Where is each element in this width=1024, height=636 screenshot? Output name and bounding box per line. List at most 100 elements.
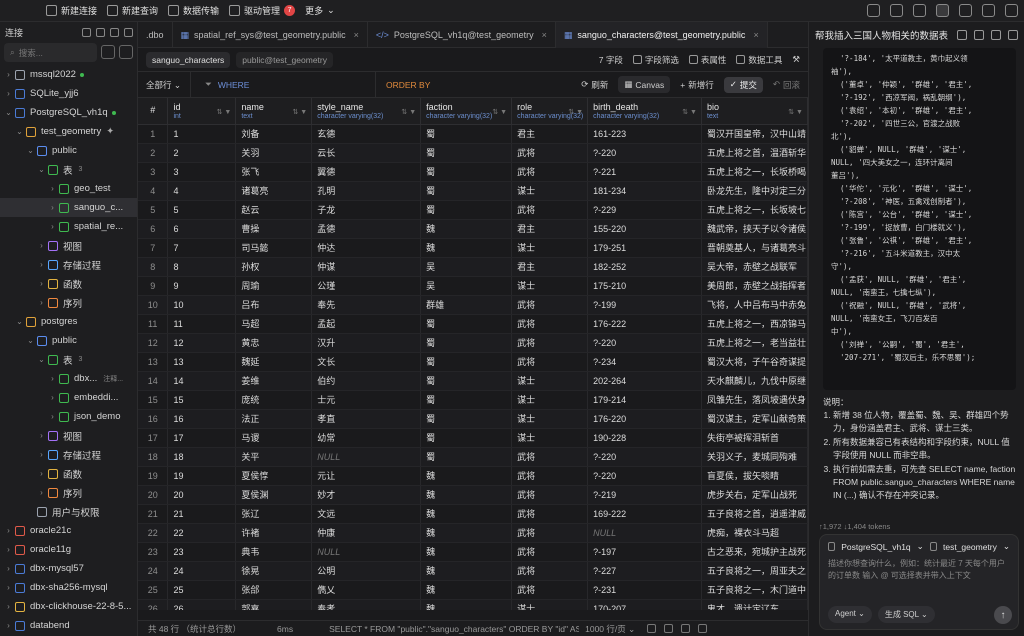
export-icon[interactable] [96,27,105,37]
table-cell[interactable]: 9 [167,276,237,296]
table-cell[interactable]: 176-220 [587,409,702,429]
table-cell[interactable]: ?-199 [587,295,702,315]
collapse-icon[interactable] [124,27,133,37]
table-cell[interactable]: 吕布 [235,295,313,315]
driver-manager-button[interactable]: 驱动管理 7 [229,4,296,17]
column-header[interactable]: birth_death character varying(32) ⇅ ▼ [587,98,702,125]
chevron-icon[interactable]: › [48,374,57,383]
table-cell[interactable]: 孟起 [311,314,422,334]
new-query-button[interactable]: 新建查询 [107,4,158,17]
table-cell[interactable]: 魏 [420,504,513,524]
tree-item[interactable]: ⌄ public [0,331,137,350]
table-cell[interactable]: 仲康 [311,523,422,543]
table-cell[interactable]: 魏 [420,561,513,581]
table-cell[interactable]: 奉先 [311,295,422,315]
table-cell[interactable]: 吴 [420,276,513,296]
sort-icon[interactable]: ⇅ ▼ [292,108,307,116]
table-cell[interactable]: 幼常 [311,428,422,448]
table-cell[interactable]: 2 [167,143,237,163]
column-header[interactable]: bio text ⇅ ▼ [701,98,808,125]
table-row[interactable]: 11 11 马超 孟起蜀武将 176-222 五虎上将之一，西凉锦马 [138,314,808,334]
chevron-icon[interactable]: ⌄ [37,355,46,364]
table-cell[interactable]: 盲夏侯，拔矢啖睛 [701,466,808,486]
github-icon[interactable] [982,4,995,17]
chevron-icon[interactable]: › [37,260,46,269]
tree-item[interactable]: › spatial_re... [0,217,137,236]
sort-icon[interactable]: ⇅ ▼ [401,108,416,116]
table-cell[interactable]: 孟德 [311,219,422,239]
table-cell[interactable]: 马谡 [235,428,313,448]
table-cell[interactable]: 武将 [511,466,589,486]
trash-icon[interactable] [991,30,1001,40]
where-input[interactable]: ⏷ WHERE [190,72,375,97]
table-cell[interactable]: 179-251 [587,238,702,258]
table-cell[interactable]: 魏 [420,523,513,543]
table-cell[interactable]: ?-234 [587,352,702,372]
tree-item[interactable]: › 存储过程 [0,255,137,274]
tree-item[interactable]: › 序列 [0,483,137,502]
table-cell[interactable]: NULL [311,447,422,467]
tree-item[interactable]: › 视图 [0,426,137,445]
table-row[interactable]: 26 26 郭嘉 奉孝魏谋士 170-207 鬼才，遗计定辽东 [138,599,808,610]
chevron-icon[interactable]: › [37,488,46,497]
table-cell[interactable]: 武将 [511,352,589,372]
chevron-icon[interactable]: › [4,526,13,535]
table-cell[interactable]: 孝直 [311,409,422,429]
table-cell[interactable]: 关平 [235,447,313,467]
table-cell[interactable]: 文远 [311,504,422,524]
table-cell[interactable]: 谋士 [511,390,589,410]
chevron-icon[interactable]: › [4,621,13,630]
chevron-icon[interactable]: ⌄ [26,336,35,345]
table-cell[interactable]: 魏 [420,238,513,258]
table-row[interactable]: 21 21 张辽 文远魏武将 169-222 五子良将之首，逍遥津威 [138,504,808,524]
table-cell[interactable]: 君主 [511,219,589,239]
table-cell[interactable]: 诸葛亮 [235,181,313,201]
table-cell[interactable]: 关羽 [235,143,313,163]
table-cell[interactable]: 夏侯惇 [235,466,313,486]
table-cell[interactable]: 子龙 [311,200,422,220]
settings-icon[interactable] [1005,4,1018,17]
tree-item[interactable]: › sanguo_c... [0,198,137,217]
context-connection[interactable]: PostgreSQL_vh1q [841,542,910,552]
column-header[interactable]: id int ⇅ ▼ [167,98,237,125]
table-cell[interactable]: 魏武帝，挟天子以令诸侯 [701,219,808,239]
table-cell[interactable]: 公明 [311,561,422,581]
import-icon[interactable] [82,27,91,37]
tree-item[interactable]: ⌄ public [0,141,137,160]
table-cell[interactable]: 蜀 [420,162,513,182]
table-cell[interactable]: 190-228 [587,428,702,448]
table-cell[interactable]: 蜀 [420,314,513,334]
table-cell[interactable]: 郭嘉 [235,599,313,610]
table-cell[interactable]: 赵云 [235,200,313,220]
table-cell[interactable]: 26 [167,599,237,610]
chevron-icon[interactable]: › [37,298,46,307]
table-cell[interactable]: 曹操 [235,219,313,239]
tree-item[interactable]: › 存储过程 [0,445,137,464]
table-cell[interactable]: 玄德 [311,124,422,144]
chevron-icon[interactable]: ⌄ [37,165,46,174]
table-cell[interactable]: ?-220 [587,447,702,467]
chevron-icon[interactable]: › [4,89,13,98]
table-cell[interactable]: 武将 [511,523,589,543]
table-row[interactable]: 15 15 庞统 士元蜀谋士 179-214 凤雏先生，落凤坡遇伏身 [138,390,808,410]
chevron-icon[interactable]: › [48,412,57,421]
table-cell[interactable]: 蜀 [420,124,513,144]
table-cell[interactable]: 170-207 [587,599,702,610]
table-cell[interactable]: 武将 [511,333,589,353]
filter-icon[interactable] [101,45,115,59]
table-cell[interactable]: 魏 [420,219,513,239]
table-row[interactable]: 16 16 法正 孝直蜀谋士 176-220 蜀汉谋主，定军山献奇策 [138,409,808,429]
table-cell[interactable]: 五虎上将之一，老当益壮 [701,333,808,353]
table-cell[interactable]: ?-221 [587,162,702,182]
table-cell[interactable]: 蜀 [420,447,513,467]
tree-item[interactable]: › oracle11g [0,540,137,559]
table-cell[interactable]: 武将 [511,447,589,467]
table-row[interactable]: 2 2 关羽 云长蜀武将 ?-220 五虎上将之首，温酒斩华 [138,143,808,163]
table-cell[interactable]: 君主 [511,257,589,277]
table-cell[interactable]: 魏 [420,542,513,562]
table-row[interactable]: 12 12 黄忠 汉升蜀武将 ?-220 五虎上将之一，老当益壮 [138,333,808,353]
new-folder-icon[interactable] [110,27,119,37]
table-cell[interactable]: 蜀 [420,333,513,353]
table-cell[interactable]: 古之恶来，宛城护主战死 [701,542,808,562]
table-name-pill[interactable]: sanguo_characters [146,51,231,68]
